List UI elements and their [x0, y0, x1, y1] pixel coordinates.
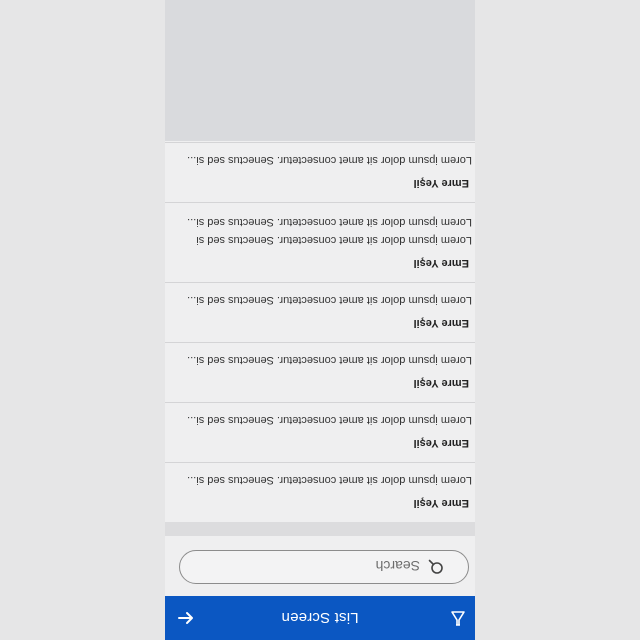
item-description: Lorem ipsum dolor sit amet consectetur. … — [187, 294, 472, 306]
list-item[interactable]: Emre Yeşil Lorem ipsum dolor sit amet con… — [165, 342, 475, 402]
item-description: Lorem ipsum dolor sit amet consectetur. … — [187, 474, 472, 486]
list-item[interactable]: Emre Yeşil Lorem ipsum dolor sit amet con… — [165, 282, 475, 342]
item-description: Lorem ipsum dolor sit amet consectetur. … — [187, 414, 472, 426]
page-title: List Screen — [281, 609, 359, 627]
list-item[interactable]: Emre Yeşil Lorem ipsum dolor sit amet con… — [165, 202, 475, 282]
search-bar: Search — [165, 536, 475, 596]
list-header-band — [165, 522, 475, 536]
contact-list: Emre Yeşil Lorem ipsum dolor sit amet con… — [165, 142, 475, 522]
item-name: Emre Yeşil — [413, 317, 469, 329]
header-image — [165, 0, 475, 141]
search-field[interactable]: Search — [179, 550, 469, 584]
phone-screen: List Screen Search Emre Yeşil Lorem ipsum… — [165, 0, 475, 640]
search-input[interactable]: Search — [376, 558, 420, 574]
item-description: Lorem ipsum dolor sit amet consectetur. … — [187, 216, 472, 228]
search-icon — [428, 559, 443, 574]
item-name: Emre Yeşil — [413, 257, 469, 269]
screen-content: List Screen Search Emre Yeşil Lorem ipsum… — [165, 0, 475, 640]
back-button[interactable] — [175, 607, 197, 629]
app-bar: List Screen — [165, 596, 475, 640]
list-item[interactable]: Emre Yeşil Lorem ipsum dolor sit amet con… — [165, 142, 475, 202]
arrow-left-icon — [178, 612, 193, 624]
item-name: Emre Yeşil — [413, 497, 469, 509]
item-description: Lorem ipsum dolor sit amet consectetur. … — [187, 354, 472, 366]
list-item[interactable]: Emre Yeşil Lorem ipsum dolor sit amet con… — [165, 462, 475, 522]
item-name: Emre Yeşil — [413, 377, 469, 389]
flask-icon — [451, 611, 465, 626]
item-description: Lorem ipsum dolor sit amet consectetur. … — [187, 154, 472, 166]
lab-button[interactable] — [447, 607, 469, 629]
item-name: Emre Yeşil — [413, 177, 469, 189]
list-item[interactable]: Emre Yeşil Lorem ipsum dolor sit amet con… — [165, 402, 475, 462]
item-name: Emre Yeşil — [413, 437, 469, 449]
item-description: Lorem ipsum dolor sit amet consectetur. … — [196, 234, 472, 246]
